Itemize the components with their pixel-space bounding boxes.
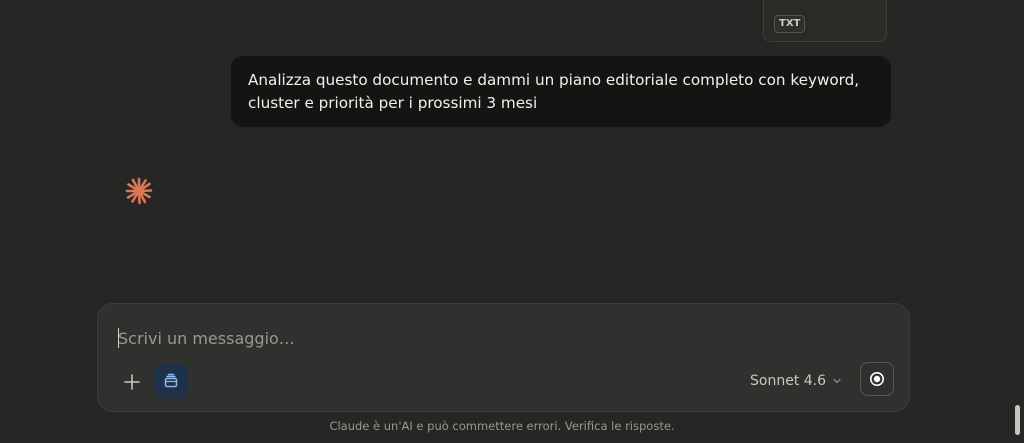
scrollbar-thumb[interactable] xyxy=(1015,405,1020,435)
voice-mode-icon xyxy=(870,372,884,386)
text-caret xyxy=(118,328,119,348)
project-box-icon xyxy=(164,373,178,388)
disclaimer-text: Claude è un'AI e può commettere errori. … xyxy=(329,419,675,433)
attachment-card[interactable]: TXT xyxy=(763,0,887,42)
project-button[interactable] xyxy=(154,364,188,398)
chat-window: TXT Analizza questo documento e dammi un… xyxy=(0,0,1024,443)
voice-mode-button[interactable] xyxy=(860,362,894,396)
user-message-bubble: Analizza questo documento e dammi un pia… xyxy=(231,56,891,127)
model-label: Sonnet 4.6 xyxy=(750,373,827,389)
message-input[interactable] xyxy=(118,326,878,350)
file-type-badge: TXT xyxy=(774,15,806,33)
add-button[interactable] xyxy=(118,368,146,396)
plus-icon xyxy=(124,374,140,390)
claude-spark-icon xyxy=(124,176,154,206)
model-selector[interactable]: Sonnet 4.6 xyxy=(750,370,842,392)
message-composer: Sonnet 4.6 xyxy=(97,303,910,412)
chevron-down-icon xyxy=(833,378,841,384)
user-message-text: Analizza questo documento e dammi un pia… xyxy=(248,71,860,112)
